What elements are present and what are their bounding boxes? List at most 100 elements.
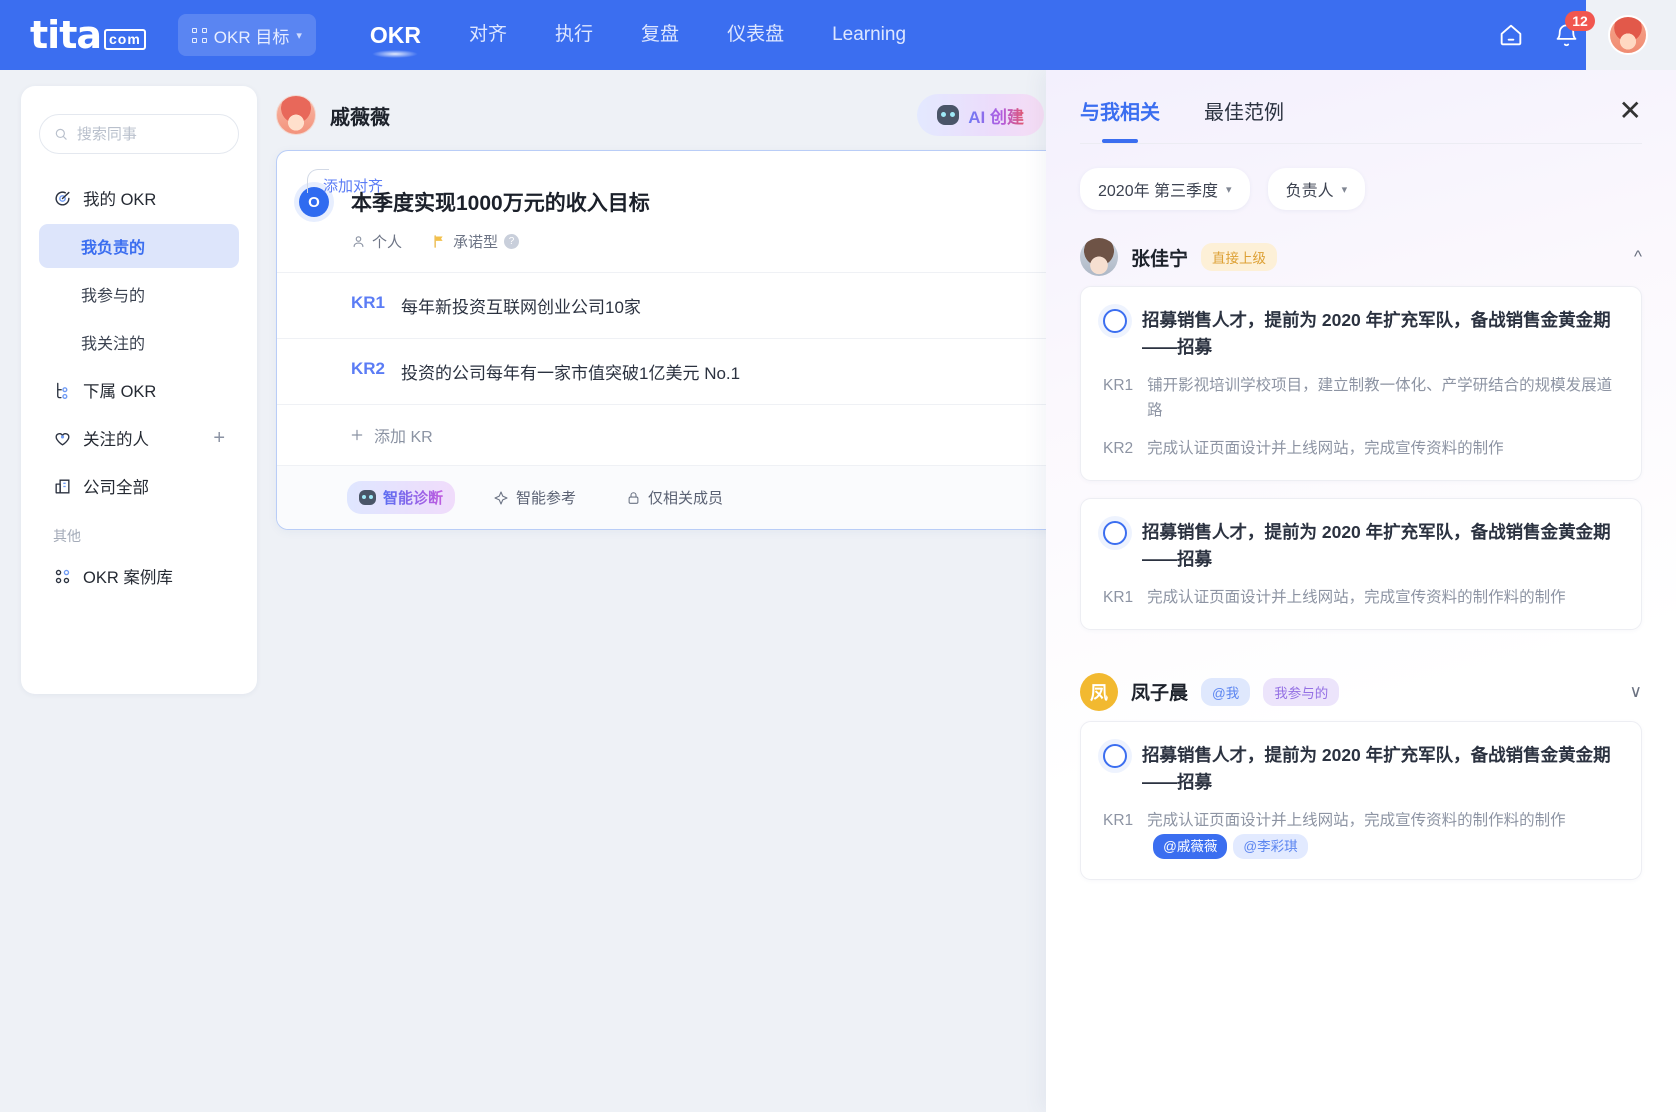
notifications-button[interactable]: 12 [1553, 10, 1595, 49]
mention-tag[interactable]: @戚薇薇 [1153, 833, 1228, 860]
objective-title: 招募销售人才，提前为 2020 年扩充军队，备战销售金黄金期——招募 [1142, 521, 1611, 569]
kr-tag: KR1 [351, 293, 386, 312]
nav-item-dashboard[interactable]: 仪表盘 [703, 0, 808, 70]
key-result-row: KR1 完成认证页面设计并上线网站，完成宣传资料的制作料的制作 @戚薇薇 @李彩琪 [1103, 809, 1619, 861]
sidebar-item-followed-people[interactable]: 关注的人 + [39, 416, 239, 460]
nav-item-okr[interactable]: OKR [346, 0, 445, 70]
sidebar-item-subordinate-okr[interactable]: 下属 OKR [39, 368, 239, 412]
kr-tag: KR2 [1103, 439, 1134, 457]
add-align-link[interactable]: 添加对齐 [323, 178, 383, 195]
key-result-row: KR2 完成认证页面设计并上线网站，完成宣传资料的制作 [1103, 437, 1619, 462]
kr-tag: KR2 [351, 359, 386, 378]
nav-item-learning[interactable]: Learning [808, 0, 930, 70]
smart-diagnosis-button[interactable]: 智能诊断 [347, 481, 456, 514]
right-panel: 与我相关 最佳范例 ✕ 2020年 第三季度 ▾ 负责人 ▾ 张佳宁 直接上级 … [1046, 70, 1676, 1112]
product-switcher[interactable]: OKR 目标 ▾ [177, 14, 316, 56]
chevron-up-icon[interactable]: ^ [1634, 247, 1642, 267]
status-badge: 直接上级 [1201, 243, 1278, 271]
ai-create-button[interactable]: AI 创建 [917, 94, 1044, 136]
add-followed-person-button[interactable]: + [213, 428, 225, 448]
help-icon[interactable]: ? [504, 234, 520, 249]
search-icon [55, 128, 67, 140]
objective-title[interactable]: 本季度实现1000万元的收入目标 [351, 187, 650, 217]
sidebar-item-label: 公司全部 [83, 479, 149, 497]
status-badge: @我 [1201, 677, 1251, 706]
key-result-row[interactable]: KR1 每年新投资互联网创业公司10家 [277, 272, 1064, 338]
objective-type-label: 承诺型 [453, 234, 499, 251]
left-sidebar: 我的 OKR 我负责的 我参与的 我关注的 下属 OKR 关注的人 [21, 86, 257, 694]
search-input[interactable] [76, 125, 224, 143]
chevron-down-icon: ▾ [1226, 183, 1232, 196]
app-root: tita com OKR 目标 ▾ OKR 对齐 执行 复盘 仪表盘 Learn… [0, 0, 1676, 1112]
right-panel-list[interactable]: 张佳宁 直接上级 ^ 招募销售人才，提前为 2020 年扩充军队，备战销售金黄金… [1046, 220, 1676, 1112]
main-header-row: 戚薇薇 AI 创建 [276, 86, 1044, 144]
avatar: 凤 [1080, 672, 1118, 711]
sidebar-item-owned-by-me[interactable]: 我负责的 [39, 224, 239, 268]
objective-card[interactable]: 招募销售人才，提前为 2020 年扩充军队，备战销售金黄金期——招募 KR1 铺… [1080, 286, 1642, 481]
sidebar-item-company-all[interactable]: 公司全部 [39, 464, 239, 508]
nav-item-review[interactable]: 复盘 [617, 0, 703, 70]
nav-item-execute[interactable]: 执行 [531, 0, 617, 70]
sidebar-item-label: 我的 OKR [83, 191, 157, 209]
search-colleague-box[interactable] [39, 114, 239, 154]
tab-related-to-me[interactable]: 与我相关 [1080, 96, 1160, 143]
add-kr-button[interactable]: 添加 KR [277, 404, 1064, 465]
key-result-row[interactable]: KR2 投资的公司每年有一家市值突破1亿美元 No.1 [277, 338, 1064, 404]
right-panel-tabs: 与我相关 最佳范例 ✕ [1046, 70, 1676, 143]
add-kr-label: 添加 KR [374, 429, 433, 446]
plus-icon [351, 429, 363, 441]
kr-tag: KR1 [1103, 588, 1134, 606]
brand-logo[interactable]: tita com [30, 16, 146, 54]
sidebar-item-label: 下属 OKR [83, 383, 157, 401]
chevron-down-icon: ▾ [296, 29, 302, 42]
avatar [1080, 238, 1118, 276]
main-content: 戚薇薇 AI 创建 添加对齐 O 本季度实现1000万元的收入目标 个人 承诺型… [276, 86, 1064, 1112]
okr-card: 添加对齐 O 本季度实现1000万元的收入目标 个人 承诺型 ? KR1 每年新… [276, 150, 1064, 530]
visibility-button[interactable]: 仅相关成员 [614, 481, 735, 514]
kr-tag: KR1 [1103, 811, 1134, 829]
filter-owner[interactable]: 负责人 ▾ [1267, 168, 1366, 210]
kr-text: 投资的公司每年有一家市值突破1亿美元 No.1 [401, 364, 741, 383]
avatar[interactable] [1608, 15, 1648, 55]
nav-item-align[interactable]: 对齐 [445, 0, 531, 70]
objective-badge [1103, 520, 1127, 545]
ai-create-label: AI 创建 [968, 103, 1024, 128]
person-group-header[interactable]: 张佳宁 直接上级 ^ [1080, 220, 1642, 286]
heart-icon [55, 432, 70, 446]
page-title: 戚薇薇 [330, 106, 390, 129]
objective-card[interactable]: 招募销售人才，提前为 2020 年扩充军队，备战销售金黄金期——招募 KR1 完… [1080, 497, 1642, 630]
sparkle-icon [494, 490, 508, 505]
close-icon[interactable]: ✕ [1619, 96, 1642, 143]
kr-text: 完成认证页面设计并上线网站，完成宣传资料的制作 [1147, 439, 1504, 457]
tab-best-practices[interactable]: 最佳范例 [1204, 96, 1284, 143]
home-icon[interactable] [1497, 21, 1525, 49]
objective-card[interactable]: 招募销售人才，提前为 2020 年扩充军队，备战销售金黄金期——招募 KR1 完… [1080, 720, 1642, 880]
robot-icon [937, 105, 960, 125]
top-header: tita com OKR 目标 ▾ OKR 对齐 执行 复盘 仪表盘 Learn… [0, 0, 1676, 70]
header-actions: 12 [1497, 10, 1676, 55]
filter-period[interactable]: 2020年 第三季度 ▾ [1080, 168, 1250, 210]
owner-avatar[interactable] [276, 95, 316, 135]
person-name: 张佳宁 [1131, 248, 1189, 270]
grid-dots-icon [55, 569, 70, 583]
sidebar-item-followed[interactable]: 我关注的 [39, 320, 239, 364]
logo-text: tita [30, 13, 102, 57]
sidebar-section-other: 其他 [53, 528, 81, 544]
smart-reference-button[interactable]: 智能参考 [481, 481, 588, 514]
chevron-down-icon[interactable]: ∨ [1630, 682, 1642, 702]
status-badge: 我参与的 [1263, 677, 1340, 706]
right-panel-filters: 2020年 第三季度 ▾ 负责人 ▾ [1046, 144, 1676, 220]
objective-row: O 本季度实现1000万元的收入目标 [277, 187, 1064, 217]
objective-scope: 个人 [351, 231, 402, 252]
robot-icon [359, 490, 376, 505]
visibility-label: 仅相关成员 [648, 490, 724, 507]
sidebar-item-okr-case-library[interactable]: OKR 案例库 [39, 554, 239, 598]
kr-text: 铺开影视培训学校项目，建立制教一体化、产学研结合的规模发展道路 [1147, 377, 1613, 420]
objective-title: 招募销售人才，提前为 2020 年扩充军队，备战销售金黄金期——招募 [1142, 310, 1611, 358]
sidebar-item-my-okr[interactable]: 我的 OKR [39, 176, 239, 220]
mention-tag[interactable]: @李彩琪 [1233, 833, 1308, 860]
sidebar-item-label: 我负责的 [81, 240, 146, 257]
sidebar-item-participated[interactable]: 我参与的 [39, 272, 239, 316]
person-group-header[interactable]: 凤 凤子晨 @我 我参与的 ∨ [1080, 647, 1642, 721]
filter-period-label: 2020年 第三季度 [1098, 183, 1219, 200]
